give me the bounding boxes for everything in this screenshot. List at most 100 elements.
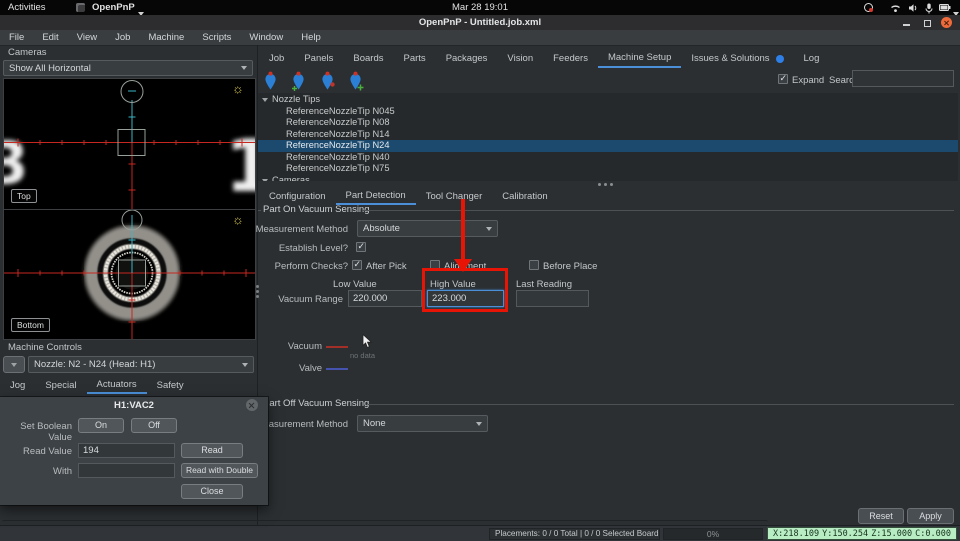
chevron-down-icon bbox=[476, 422, 482, 426]
machine-controls-title: Machine Controls bbox=[8, 342, 82, 353]
svg-text:1: 1 bbox=[225, 124, 255, 208]
machine-controls-expand-button[interactable] bbox=[3, 356, 25, 373]
menu-view[interactable]: View bbox=[68, 30, 106, 45]
annotation-highlight-box bbox=[422, 268, 508, 312]
window-title-bar: OpenPnP - Untitled.job.xml bbox=[0, 15, 960, 31]
camera-brightness-icon[interactable]: ☼ bbox=[232, 82, 244, 95]
mouse-cursor bbox=[362, 334, 373, 349]
gnome-top-bar: Activities OpenPnP Mar 28 19:01 bbox=[0, 0, 960, 15]
dialog-close-button[interactable]: Close bbox=[181, 484, 243, 499]
off-button[interactable]: Off bbox=[131, 418, 177, 433]
menu-file[interactable]: File bbox=[0, 30, 33, 45]
tab-calibration[interactable]: Calibration bbox=[492, 188, 557, 205]
vacuum-legend-line bbox=[326, 346, 348, 348]
low-value-field[interactable] bbox=[348, 290, 422, 307]
before-place-checkbox[interactable] bbox=[529, 260, 539, 270]
menu-machine[interactable]: Machine bbox=[139, 30, 193, 45]
recording-indicator-icon[interactable] bbox=[864, 3, 873, 12]
panel-divider-grip[interactable] bbox=[256, 285, 259, 288]
nozzle-pin-position-icon[interactable] bbox=[262, 71, 279, 92]
wifi-icon[interactable] bbox=[890, 3, 901, 13]
tab-feeders[interactable]: Feeders bbox=[543, 50, 598, 68]
dro-z: Z:15.000 bbox=[871, 529, 912, 539]
tab-vision[interactable]: Vision bbox=[497, 50, 543, 68]
tab-panels[interactable]: Panels bbox=[294, 50, 343, 68]
minimize-button[interactable] bbox=[901, 17, 912, 28]
nozzle-pin-add-icon[interactable] bbox=[347, 71, 364, 92]
menu-job[interactable]: Job bbox=[106, 30, 139, 45]
measurement-method-select[interactable]: Absolute bbox=[357, 220, 498, 237]
tab-configuration[interactable]: Configuration bbox=[259, 188, 336, 205]
search-input[interactable] bbox=[852, 70, 954, 87]
tab-parts[interactable]: Parts bbox=[394, 50, 436, 68]
measurement-method-label: Measurement Method bbox=[188, 224, 348, 235]
after-pick-checkbox[interactable] bbox=[352, 260, 362, 270]
on-button[interactable]: On bbox=[78, 418, 124, 433]
machine-controls-tabs: Jog Special Actuators Safety bbox=[0, 377, 194, 394]
read-value-field[interactable] bbox=[78, 443, 175, 458]
tab-tool-changer[interactable]: Tool Changer bbox=[416, 188, 493, 205]
perform-checks-label: Perform Checks? bbox=[188, 261, 348, 272]
vacuum-legend-label: Vacuum bbox=[252, 341, 322, 352]
tree-group-nozzle-tips[interactable]: Nozzle Tips bbox=[258, 94, 958, 106]
nozzle-pin-offsets-icon[interactable] bbox=[290, 71, 307, 92]
tab-machine-setup[interactable]: Machine Setup bbox=[598, 50, 681, 68]
tab-actuators[interactable]: Actuators bbox=[87, 377, 147, 394]
tree-item[interactable]: ReferenceNozzleTip N75 bbox=[258, 163, 958, 175]
valve-legend-label: Valve bbox=[252, 363, 322, 374]
tab-boards[interactable]: Boards bbox=[343, 50, 393, 68]
tab-job[interactable]: Job bbox=[259, 50, 294, 68]
volume-icon[interactable] bbox=[908, 3, 918, 13]
last-reading-field[interactable] bbox=[516, 290, 589, 307]
valve-legend-line bbox=[326, 368, 348, 370]
tab-safety[interactable]: Safety bbox=[147, 377, 194, 394]
after-pick-label: After Pick bbox=[366, 261, 407, 272]
top-camera-view[interactable]: 3 1 ☼ Top bbox=[3, 78, 256, 210]
part-on-group-title: Part On Vacuum Sensing bbox=[263, 204, 370, 215]
top-camera-feed: 3 1 bbox=[4, 79, 255, 209]
tab-jog[interactable]: Jog bbox=[0, 377, 35, 394]
dialog-close-icon[interactable] bbox=[246, 399, 258, 411]
expand-label: Expand bbox=[792, 75, 824, 86]
clock[interactable]: Mar 28 19:01 bbox=[0, 0, 960, 15]
tab-part-detection[interactable]: Part Detection bbox=[336, 188, 416, 205]
tree-item[interactable]: ReferenceNozzleTip N08 bbox=[258, 117, 958, 129]
tree-item[interactable]: ReferenceNozzleTip N40 bbox=[258, 152, 958, 164]
battery-icon[interactable] bbox=[939, 4, 951, 11]
establish-level-checkbox[interactable] bbox=[356, 242, 366, 252]
expand-arrow-icon[interactable] bbox=[258, 94, 272, 106]
close-button[interactable] bbox=[941, 17, 952, 28]
svg-text:3: 3 bbox=[4, 129, 28, 197]
tree-item[interactable]: ReferenceNozzleTip N14 bbox=[258, 129, 958, 141]
read-value-label: Read Value bbox=[0, 446, 72, 457]
read-button[interactable]: Read bbox=[181, 443, 243, 458]
expand-checkbox[interactable] bbox=[778, 74, 788, 84]
nozzle-selector[interactable]: Nozzle: N2 - N24 (Head: H1) bbox=[28, 356, 254, 373]
microphone-icon[interactable] bbox=[925, 3, 933, 14]
measurement-method-select-off[interactable]: None bbox=[357, 415, 488, 432]
camera-selector[interactable]: Show All Horizontal bbox=[3, 60, 253, 76]
apply-button[interactable]: Apply bbox=[907, 508, 954, 524]
before-place-label: Before Place bbox=[543, 261, 597, 272]
tree-item-selected[interactable]: ReferenceNozzleTip N24 bbox=[258, 140, 958, 152]
menu-window[interactable]: Window bbox=[240, 30, 292, 45]
with-field[interactable] bbox=[78, 463, 175, 478]
tab-packages[interactable]: Packages bbox=[436, 50, 498, 68]
read-with-double-button[interactable]: Read with Double bbox=[181, 463, 258, 478]
tab-special[interactable]: Special bbox=[35, 377, 86, 394]
menu-scripts[interactable]: Scripts bbox=[193, 30, 240, 45]
menu-help[interactable]: Help bbox=[292, 30, 330, 45]
menu-edit[interactable]: Edit bbox=[33, 30, 67, 45]
openpnp-screen: { "colors": { "accent": "#4a8fd8", "anno… bbox=[0, 0, 960, 540]
tab-issues-solutions[interactable]: Issues & Solutions bbox=[681, 50, 793, 68]
reset-button[interactable]: Reset bbox=[858, 508, 904, 524]
cameras-panel-title: Cameras bbox=[8, 47, 47, 58]
tab-log[interactable]: Log bbox=[794, 50, 830, 68]
tree-item[interactable]: ReferenceNozzleTip N045 bbox=[258, 106, 958, 118]
top-camera-label: Top bbox=[11, 189, 37, 203]
nozzle-pin-delete-icon[interactable] bbox=[319, 71, 336, 92]
maximize-button[interactable] bbox=[921, 17, 932, 28]
last-reading-header: Last Reading bbox=[516, 279, 572, 290]
chevron-down-icon bbox=[242, 363, 248, 367]
status-bar: Placements: 0 / 0 Total | 0 / 0 Selected… bbox=[0, 525, 960, 541]
